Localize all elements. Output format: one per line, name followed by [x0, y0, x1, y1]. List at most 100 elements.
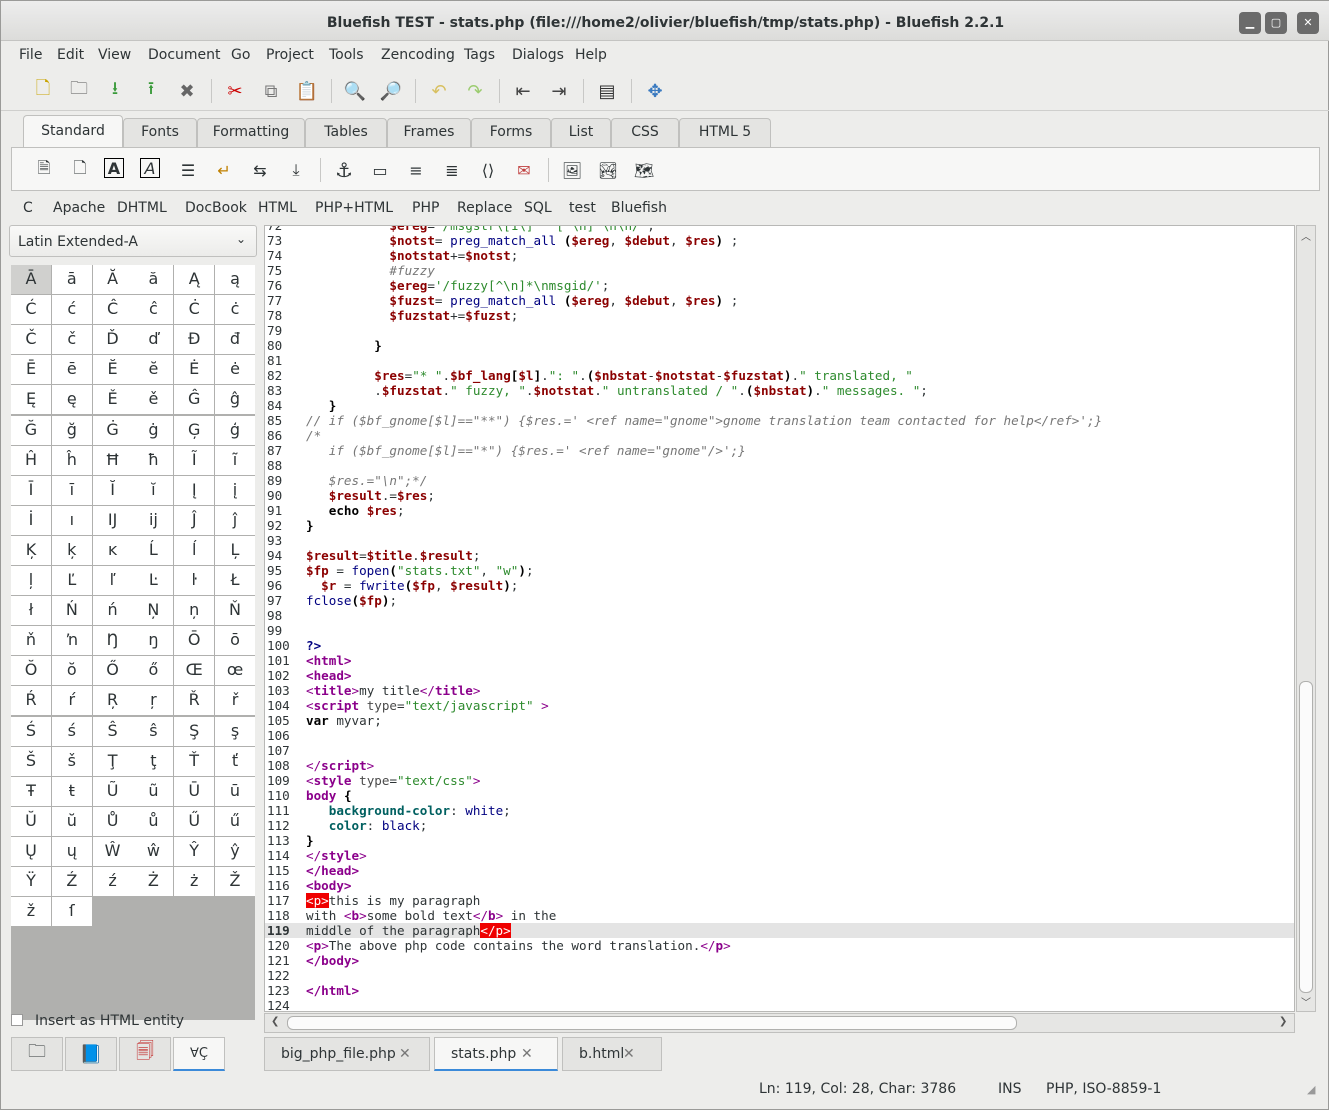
code-line[interactable]: 79 — [265, 323, 1294, 338]
snippets-tab[interactable]: 🗐 — [119, 1037, 171, 1071]
char-cell[interactable]: ē — [51, 355, 92, 385]
menu-document[interactable]: Document — [148, 47, 221, 63]
char-cell[interactable]: Ğ — [11, 415, 51, 445]
image-icon[interactable]: 🖼 — [560, 158, 584, 182]
close-file-icon[interactable]: ✖ — [175, 79, 199, 103]
tab-formatting[interactable]: Formatting — [197, 118, 305, 147]
char-cell[interactable]: Ŭ — [11, 806, 51, 836]
unindent-icon[interactable]: ⇤ — [511, 79, 535, 103]
menu-tools[interactable]: Tools — [329, 47, 364, 63]
scroll-up-icon[interactable]: ︿ — [1301, 228, 1311, 243]
code-line[interactable]: 102 <head> — [265, 668, 1294, 683]
char-cell[interactable]: ŉ — [51, 626, 92, 656]
multi-thumbnail-icon[interactable]: 🗺 — [632, 158, 656, 182]
save-as-icon[interactable]: ⭱ — [139, 78, 163, 103]
char-cell[interactable]: ř — [215, 686, 255, 716]
tab-css[interactable]: CSS — [611, 118, 679, 147]
char-cell[interactable]: ą — [215, 265, 255, 294]
code-line[interactable]: 74 $notstat+=$notst; — [265, 248, 1294, 263]
char-cell[interactable]: đ — [215, 325, 255, 355]
char-cell[interactable]: Ő — [92, 656, 133, 686]
char-cell[interactable]: Ů — [92, 806, 133, 836]
char-cell[interactable]: Ċ — [174, 295, 215, 325]
code-line[interactable]: 114 </style> — [265, 848, 1294, 863]
char-cell[interactable]: Œ — [174, 656, 215, 686]
code-line[interactable]: 93 — [265, 533, 1294, 548]
char-cell[interactable]: Ģ — [174, 415, 215, 445]
char-cell[interactable]: ĺ — [174, 535, 215, 565]
char-cell[interactable]: Ļ — [215, 535, 255, 565]
maximize-button[interactable]: ▢ — [1265, 12, 1287, 34]
code-line[interactable]: 77 $fuzst= preg_match_all ($ereg, $debut… — [265, 293, 1294, 308]
code-line[interactable]: 121 </body> — [265, 953, 1294, 968]
horizontal-scrollbar[interactable]: ❮ ❯ — [264, 1013, 1295, 1033]
menu-dialogs[interactable]: Dialogs — [512, 47, 564, 63]
char-cell[interactable]: Ł — [215, 566, 255, 595]
char-cell[interactable]: ĭ — [133, 475, 174, 505]
char-cell[interactable]: Ŀ — [133, 566, 174, 595]
char-cell[interactable]: ă — [133, 265, 174, 294]
char-cell[interactable]: ķ — [51, 535, 92, 565]
char-cell[interactable]: ğ — [51, 415, 92, 445]
char-cell[interactable]: Ř — [174, 686, 215, 716]
char-cell[interactable]: Ŏ — [11, 656, 51, 686]
menu-zencoding[interactable]: Zencoding — [381, 47, 455, 63]
doc-tab-b-html[interactable]: b.html ✕ — [562, 1037, 662, 1071]
comment-icon[interactable]: ⟨⟩ — [476, 158, 500, 182]
indent-icon[interactable]: ⇥ — [547, 79, 571, 103]
char-cell[interactable]: Đ — [174, 325, 215, 355]
custom-menu-html[interactable]: HTML — [258, 200, 297, 216]
code-line[interactable]: 89 $res.="\n";*/ — [265, 473, 1294, 488]
char-cell[interactable]: ģ — [215, 415, 255, 445]
char-cell[interactable]: Ď — [92, 325, 133, 355]
tab-list[interactable]: List — [551, 118, 611, 147]
char-cell[interactable]: ľ — [92, 566, 133, 595]
char-cell[interactable]: Ō — [174, 626, 215, 656]
char-cell[interactable]: Ź — [51, 867, 92, 896]
code-line[interactable]: 113} — [265, 833, 1294, 848]
char-cell[interactable]: Ş — [174, 716, 215, 746]
unicode-block-select[interactable]: Latin Extended-A ⌄ — [9, 225, 257, 257]
char-cell[interactable]: ź — [92, 867, 133, 896]
code-line[interactable]: 90 $result.=$res; — [265, 488, 1294, 503]
code-line[interactable]: 92} — [265, 518, 1294, 533]
custom-menu-apache[interactable]: Apache — [53, 200, 105, 216]
break-clear-icon[interactable]: ⇆ — [248, 158, 272, 182]
char-cell[interactable]: ā — [51, 265, 92, 294]
char-cell[interactable]: ĝ — [215, 385, 255, 415]
char-cell[interactable]: Ĝ — [174, 385, 215, 415]
redo-icon[interactable]: ↷ — [463, 79, 487, 103]
char-cell[interactable]: Ĺ — [133, 535, 174, 565]
code-line[interactable]: 72 $ereg='/msgstr\[1\] [^\n] \n\n/'; — [265, 226, 1294, 233]
char-cell[interactable]: ŏ — [51, 656, 92, 686]
code-line[interactable]: 86 /* — [265, 428, 1294, 443]
char-cell[interactable]: ť — [215, 746, 255, 776]
code-line[interactable]: 98 — [265, 608, 1294, 623]
save-file-icon[interactable]: ⭳ — [103, 78, 127, 103]
paste-icon[interactable]: 📋 — [295, 79, 319, 103]
char-cell[interactable]: ŕ — [51, 686, 92, 716]
char-cell[interactable]: ļ — [11, 566, 51, 595]
menu-view[interactable]: View — [98, 47, 131, 63]
char-cell[interactable]: Ś — [11, 716, 51, 746]
char-cell[interactable]: Ľ — [51, 566, 92, 595]
code-line[interactable]: 81 — [265, 353, 1294, 368]
char-cell[interactable]: Ė — [174, 355, 215, 385]
char-cell[interactable]: Ĩ — [174, 445, 215, 475]
char-cell[interactable]: Ŷ — [174, 836, 215, 866]
code-line[interactable]: 96 $r = fwrite($fp, $result); — [265, 578, 1294, 593]
char-cell[interactable]: Š — [11, 746, 51, 776]
char-cell[interactable]: Ĵ — [174, 505, 215, 535]
code-line[interactable]: 76 $ereg='/fuzzy[^\n]*\nmsgid/'; — [265, 278, 1294, 293]
char-cell[interactable]: Ž — [215, 867, 255, 896]
char-cell[interactable]: ĉ — [133, 295, 174, 325]
italic-icon[interactable]: A — [140, 158, 160, 178]
char-cell[interactable]: ņ — [174, 596, 215, 626]
menu-help[interactable]: Help — [575, 47, 607, 63]
insert-entity-option[interactable]: Insert as HTML entity — [11, 1013, 184, 1029]
char-cell[interactable]: ş — [215, 716, 255, 746]
paragraph-icon[interactable]: ☰ — [176, 158, 200, 182]
char-cell[interactable]: ı — [51, 505, 92, 535]
char-cell[interactable]: ż — [174, 867, 215, 896]
scroll-down-icon[interactable]: ﹀ — [1301, 994, 1311, 1009]
